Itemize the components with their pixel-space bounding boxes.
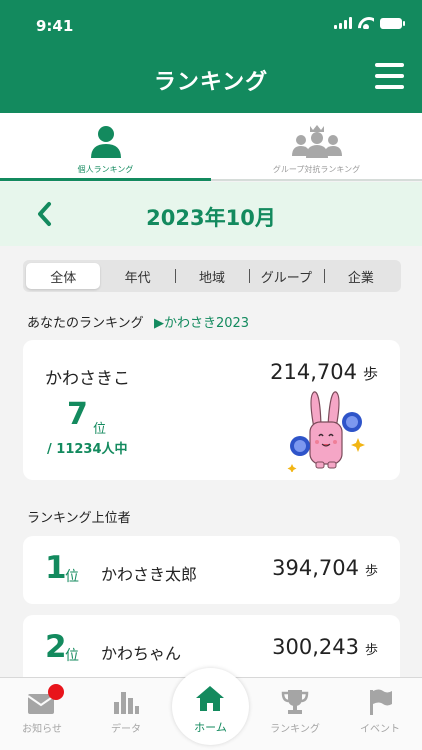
ranking-filter: 全体 年代 地域 グループ 企業 [23, 260, 401, 292]
nav-ranking-label: ランキング [270, 724, 320, 735]
affiliation-link[interactable]: ▶かわさき2023 [154, 312, 249, 331]
my-ranking-card[interactable]: かわさきこ 214,704 歩 7 位 / 11234人中 [23, 340, 400, 480]
nav-event-label: イベント [360, 724, 400, 735]
participant-total: / 11234人中 [47, 442, 128, 457]
steps-unit: 歩 [364, 643, 378, 658]
filter-region[interactable]: 地域 [174, 263, 249, 289]
wifi-icon [358, 17, 374, 29]
row-rank: 2 [45, 629, 67, 665]
steps-unit: 歩 [362, 365, 378, 383]
my-steps: 214,704 歩 [270, 360, 378, 384]
tab-individual[interactable]: 個人ランキング [0, 113, 211, 181]
my-steps-value: 214,704 [270, 360, 357, 384]
table-row[interactable]: 1 位 かわさき太郎 394,704 歩 [23, 536, 400, 604]
flag-icon [370, 689, 392, 715]
nav-data[interactable]: データ [84, 678, 168, 750]
month-navigator: 2023年10月 [0, 182, 422, 246]
top-ranking-heading: ランキング上位者 [27, 511, 131, 526]
nav-home[interactable]: ホーム [172, 668, 249, 745]
person-icon [90, 126, 121, 158]
tab-individual-label: 個人ランキング [77, 165, 134, 174]
signal-icon [334, 17, 352, 29]
battery-icon [380, 17, 405, 29]
app-header: 9:41 ランキング [0, 0, 422, 113]
my-ranking-heading: あなたのランキング [27, 316, 144, 331]
my-rank: 7 [67, 397, 88, 432]
row-rank-unit: 位 [65, 648, 79, 664]
row-rank: 1 [45, 550, 67, 586]
filter-company[interactable]: 企業 [323, 263, 398, 289]
nav-news[interactable]: お知らせ [0, 678, 84, 750]
tab-group[interactable]: グループ対抗ランキング [211, 113, 422, 181]
row-name: かわさき太郎 [101, 565, 198, 584]
my-rank-unit: 位 [93, 422, 107, 437]
nav-event[interactable]: イベント [338, 678, 422, 750]
my-name: かわさきこ [45, 369, 130, 389]
status-icons [334, 17, 405, 29]
row-name: かわちゃん [101, 644, 182, 663]
nav-news-label: お知らせ [22, 724, 62, 735]
rabbit-mascot-illustration [287, 391, 365, 472]
page-title: ランキング [153, 70, 269, 95]
group-icon [291, 125, 342, 158]
notification-badge [48, 684, 64, 700]
filter-group[interactable]: グループ [249, 263, 323, 289]
current-month: 2023年10月 [146, 206, 276, 230]
row-steps-value: 394,704 [272, 556, 359, 580]
home-icon [196, 686, 224, 711]
row-rank-unit: 位 [65, 569, 79, 585]
tab-group-label: グループ対抗ランキング [272, 165, 361, 174]
status-time: 9:41 [36, 17, 74, 35]
row-steps: 394,704 歩 [272, 556, 378, 580]
ranking-tabs: 個人ランキング グループ対抗ランキング [0, 113, 422, 181]
bar-chart-icon [114, 692, 139, 714]
trophy-icon [281, 690, 309, 714]
row-steps-value: 300,243 [272, 635, 359, 659]
nav-ranking[interactable]: ランキング [253, 678, 337, 750]
nav-home-label: ホーム [194, 721, 227, 734]
steps-unit: 歩 [364, 564, 378, 579]
hamburger-menu-icon[interactable] [375, 63, 404, 89]
filter-all[interactable]: 全体 [26, 263, 101, 289]
nav-data-label: データ [111, 724, 141, 735]
row-steps: 300,243 歩 [272, 635, 378, 659]
filter-age[interactable]: 年代 [100, 263, 174, 289]
